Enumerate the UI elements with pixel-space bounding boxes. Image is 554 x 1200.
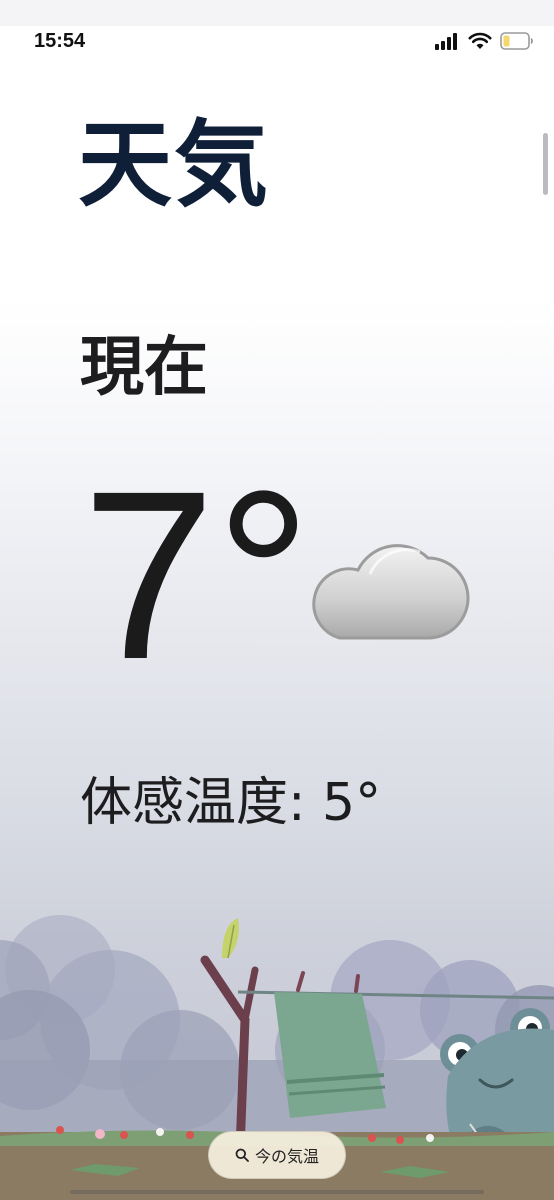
current-temperature: 7° — [82, 441, 312, 709]
scrollbar[interactable] — [543, 133, 548, 195]
current-temperature-button[interactable]: 今の気温 — [208, 1131, 346, 1179]
current-label: 現在 — [80, 331, 208, 405]
search-icon — [235, 1148, 249, 1162]
search-button-label: 今の気温 — [254, 1147, 319, 1166]
wifi-icon — [468, 32, 492, 49]
status-time: 15:54 — [34, 30, 86, 52]
battery-low-icon — [500, 32, 533, 50]
status-bar-top — [0, 0, 554, 26]
status-icons — [434, 30, 534, 52]
signal-bars-icon — [435, 33, 457, 50]
feels-like-temperature: 体感温度: 5° — [80, 773, 382, 833]
page-title: 天気 — [78, 111, 271, 220]
cloud-icon — [312, 544, 470, 640]
home-indicator[interactable] — [70, 1190, 484, 1194]
